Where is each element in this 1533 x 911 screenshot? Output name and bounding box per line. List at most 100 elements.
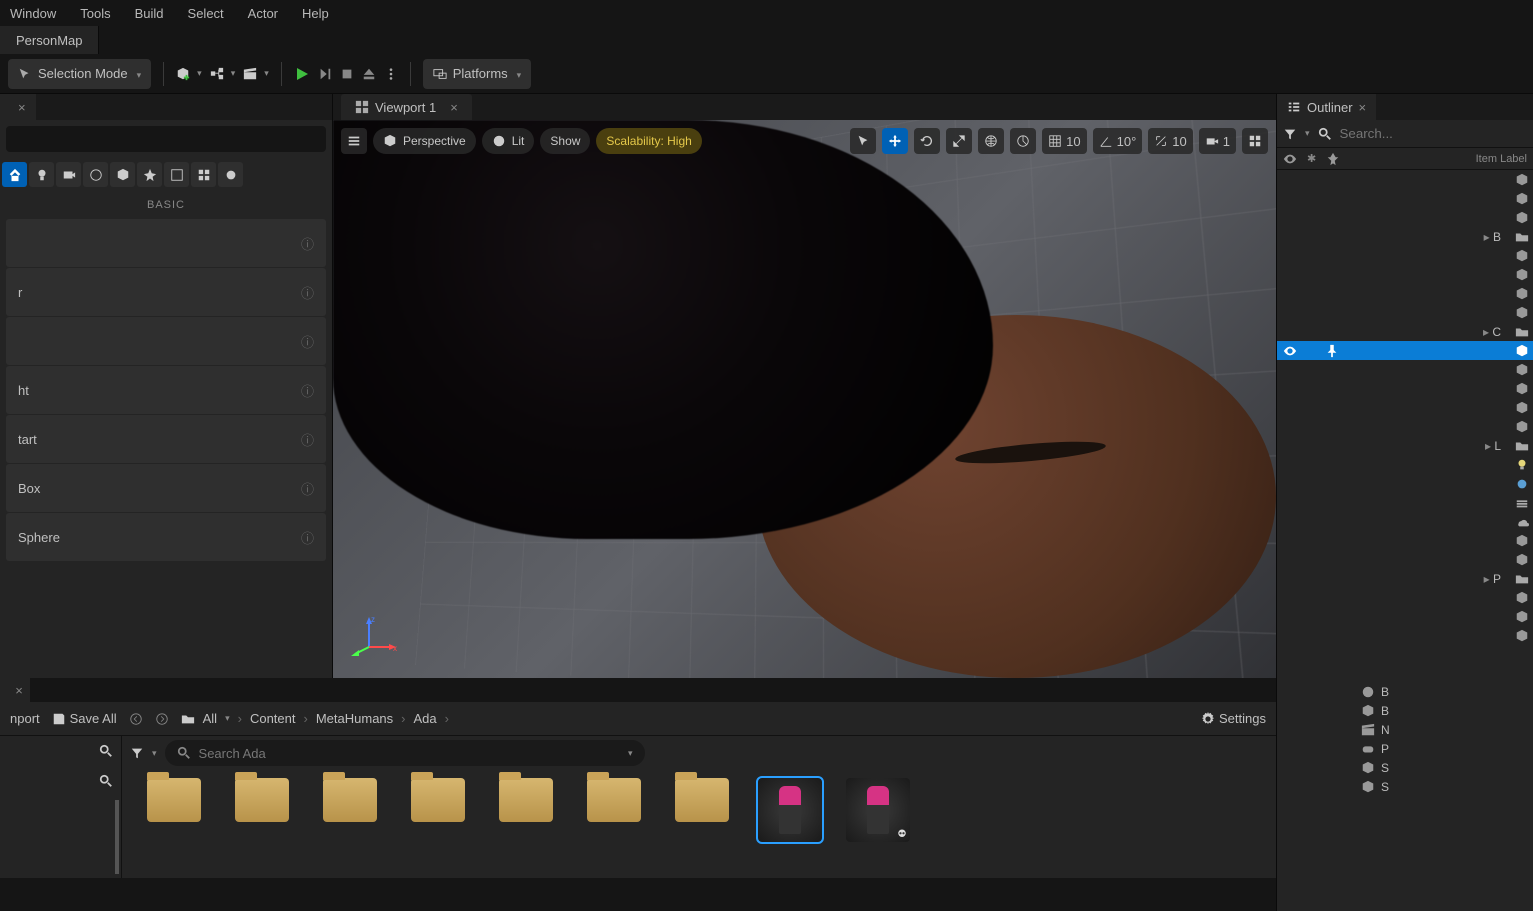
outliner-item[interactable]	[1277, 417, 1533, 436]
close-icon[interactable]: ×	[1359, 100, 1367, 115]
level-tab[interactable]: PersonMap	[0, 26, 99, 54]
category-basic-icon[interactable]	[2, 162, 27, 187]
category-lights-icon[interactable]	[29, 162, 54, 187]
blueprint-asset-selected[interactable]	[758, 778, 822, 842]
outliner-item[interactable]	[1277, 512, 1533, 531]
outliner-item[interactable]	[1277, 360, 1533, 379]
outliner-folder[interactable]: B	[1277, 227, 1533, 246]
history-back-icon[interactable]	[129, 712, 143, 726]
viewport-options-button[interactable]	[341, 128, 367, 154]
eject-button[interactable]	[362, 67, 376, 81]
grid-snap-value[interactable]: 10	[1042, 128, 1086, 154]
outliner-tree[interactable]: B C L P	[1277, 170, 1533, 678]
play-options-button[interactable]	[384, 67, 398, 81]
place-item[interactable]: htⓘ	[6, 366, 326, 414]
viewport-layout-button[interactable]	[1242, 128, 1268, 154]
place-item[interactable]: rⓘ	[6, 268, 326, 316]
viewport[interactable]: Perspective Lit Show Scalability: High 1…	[333, 120, 1276, 678]
selection-mode-dropdown[interactable]: Selection Mode	[8, 59, 151, 89]
outliner-item[interactable]	[1277, 246, 1533, 265]
outliner-item[interactable]	[1277, 379, 1533, 398]
category-all-icon[interactable]	[191, 162, 216, 187]
place-actors-tab[interactable]: ×	[0, 94, 36, 120]
place-item[interactable]: Boxⓘ	[6, 464, 326, 512]
platforms-dropdown[interactable]: Platforms	[423, 59, 531, 89]
eye-icon[interactable]	[1283, 344, 1297, 358]
help-icon[interactable]: ⓘ	[301, 528, 314, 547]
search-icon[interactable]	[99, 744, 113, 758]
outliner-item[interactable]	[1277, 607, 1533, 626]
close-icon[interactable]: ×	[450, 100, 458, 115]
rotate-tool[interactable]	[914, 128, 940, 154]
stop-button[interactable]	[340, 67, 354, 81]
close-icon[interactable]: ×	[18, 100, 26, 115]
close-icon[interactable]: ×	[15, 683, 23, 698]
eye-icon[interactable]	[1283, 152, 1297, 166]
crumb-all[interactable]: All	[203, 711, 217, 726]
coord-space-toggle[interactable]	[978, 128, 1004, 154]
help-icon[interactable]: ⓘ	[301, 332, 314, 351]
filter-icon[interactable]	[1283, 127, 1297, 141]
history-fwd-icon[interactable]	[155, 712, 169, 726]
folder-asset[interactable]	[406, 778, 470, 822]
outliner-item[interactable]	[1277, 493, 1533, 512]
outliner-item[interactable]	[1277, 170, 1533, 189]
crumb-content[interactable]: Content	[250, 711, 296, 726]
asset-grid[interactable]	[122, 770, 1276, 878]
folder-asset[interactable]	[142, 778, 206, 822]
scale-tool[interactable]	[946, 128, 972, 154]
outliner-item[interactable]	[1277, 189, 1533, 208]
scalability-indicator[interactable]: Scalability: High	[596, 128, 701, 154]
translate-tool[interactable]	[882, 128, 908, 154]
outliner-item[interactable]	[1277, 208, 1533, 227]
camera-speed[interactable]: 1	[1199, 128, 1236, 154]
play-button[interactable]	[294, 66, 310, 82]
outliner-search[interactable]	[1340, 126, 1440, 141]
star-icon[interactable]: ✱	[1307, 152, 1316, 165]
content-tab[interactable]: ×	[0, 678, 30, 702]
asset-search[interactable]: Search Ada ▾	[165, 740, 645, 766]
save-all-button[interactable]: Save All	[52, 711, 117, 726]
folder-asset[interactable]	[582, 778, 646, 822]
lit-dropdown[interactable]: Lit	[482, 128, 535, 154]
help-icon[interactable]: ⓘ	[301, 430, 314, 449]
outliner-item[interactable]: S	[1277, 758, 1533, 777]
outliner-folder[interactable]: P	[1277, 569, 1533, 588]
outliner-folder[interactable]: C	[1277, 322, 1533, 341]
category-fx-icon[interactable]	[137, 162, 162, 187]
folder-asset[interactable]	[230, 778, 294, 822]
import-button[interactable]: nport	[10, 711, 40, 726]
place-item[interactable]: ⓘ	[6, 317, 326, 365]
outliner-item[interactable]: S	[1277, 777, 1533, 796]
menu-help[interactable]: Help	[302, 6, 329, 21]
place-search[interactable]	[6, 126, 326, 152]
place-item[interactable]: tartⓘ	[6, 415, 326, 463]
outliner-item[interactable]	[1277, 398, 1533, 417]
cinematics-button[interactable]	[243, 67, 269, 81]
folder-asset[interactable]	[670, 778, 734, 822]
add-content-button[interactable]	[176, 67, 202, 81]
place-item[interactable]: Sphereⓘ	[6, 513, 326, 561]
category-geometry-icon[interactable]	[110, 162, 135, 187]
blueprints-button[interactable]	[210, 67, 236, 81]
help-icon[interactable]: ⓘ	[301, 234, 314, 253]
outliner-item[interactable]: N	[1277, 720, 1533, 739]
surface-snap-toggle[interactable]	[1010, 128, 1036, 154]
help-icon[interactable]: ⓘ	[301, 283, 314, 302]
viewport-tab[interactable]: Viewport 1 ×	[341, 94, 472, 120]
help-icon[interactable]: ⓘ	[301, 479, 314, 498]
menu-select[interactable]: Select	[188, 6, 224, 21]
outliner-tab[interactable]: Outliner ×	[1277, 94, 1376, 120]
outliner-item[interactable]	[1277, 588, 1533, 607]
show-dropdown[interactable]: Show	[540, 128, 590, 154]
outliner-item[interactable]	[1277, 550, 1533, 569]
outliner-folder[interactable]: L	[1277, 436, 1533, 455]
outliner-item[interactable]	[1277, 474, 1533, 493]
menu-window[interactable]: Window	[10, 6, 56, 21]
outliner-item[interactable]	[1277, 531, 1533, 550]
help-icon[interactable]: ⓘ	[301, 381, 314, 400]
angle-snap-value[interactable]: 10°	[1093, 128, 1143, 154]
category-cinematic-icon[interactable]	[56, 162, 81, 187]
crumb-ada[interactable]: Ada	[414, 711, 437, 726]
category-visual-icon[interactable]	[83, 162, 108, 187]
